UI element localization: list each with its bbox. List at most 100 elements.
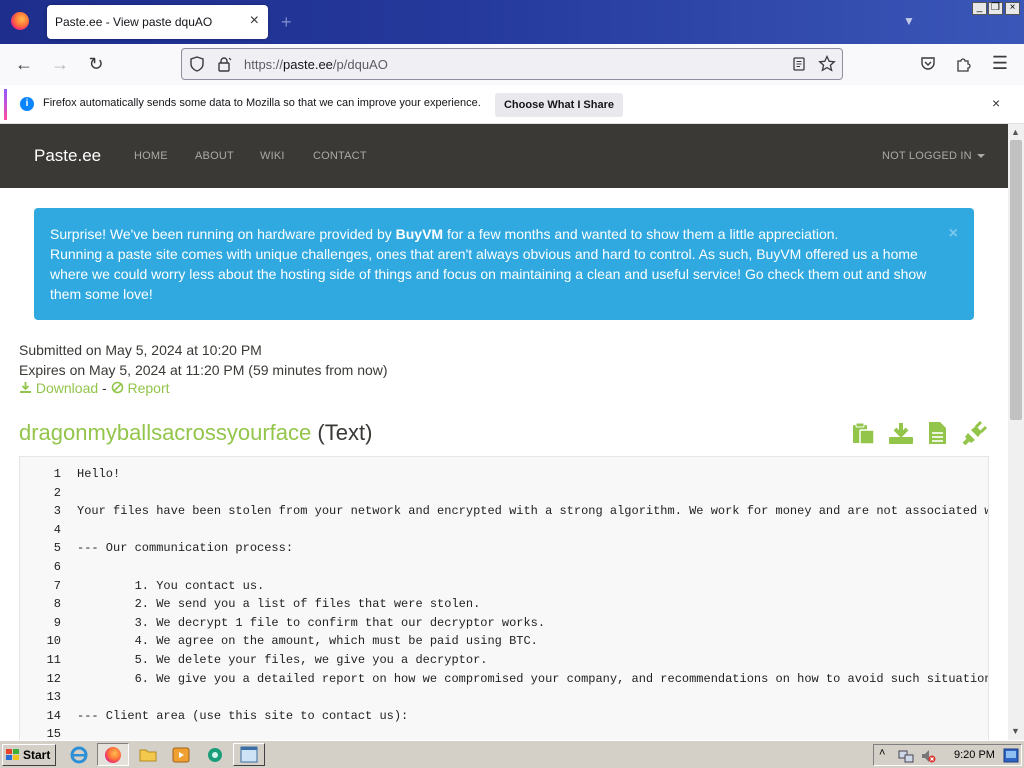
- line-number: 12: [46, 671, 61, 686]
- scroll-up-icon[interactable]: ▲: [1011, 127, 1020, 137]
- line-number: 8: [53, 597, 61, 612]
- line-text: --- Client area (use this site to contac…: [77, 708, 409, 723]
- nav-contact[interactable]: CONTACT: [313, 150, 367, 162]
- nav-wiki[interactable]: WIKI: [260, 150, 285, 162]
- navigation-toolbar: ← → ↻ https://paste.ee/p/dquAO ☰: [0, 44, 1024, 85]
- copy-icon[interactable]: [851, 421, 877, 445]
- lock-icon[interactable]: [216, 56, 232, 72]
- volume-muted-icon[interactable]: [920, 748, 936, 764]
- line-text: --- Our communication process:: [77, 541, 294, 556]
- url-bar[interactable]: https://paste.ee/p/dquAO: [181, 48, 843, 80]
- tab-list-chevron-icon[interactable]: ▼: [903, 14, 915, 28]
- account-dropdown[interactable]: NOT LOGGED IN: [882, 150, 985, 162]
- tray-expand-icon[interactable]: ˄: [879, 747, 885, 759]
- site-navbar: Paste.ee HOME ABOUT WIKI CONTACT NOT LOG…: [0, 124, 1008, 188]
- start-button[interactable]: Start: [2, 744, 56, 766]
- shield-icon[interactable]: [189, 56, 205, 72]
- bookmark-star-icon[interactable]: [818, 55, 836, 73]
- paste-code-box[interactable]: 1 Hello! 2 3 Your files have been stolen fro…: [19, 456, 989, 740]
- windows-taskbar: Start ˄ 9:20 PM: [0, 740, 1024, 768]
- line-text: 3. We decrypt 1 file to confirm that our…: [77, 615, 546, 630]
- folder-icon[interactable]: [138, 745, 158, 765]
- start-label: Start: [23, 748, 51, 762]
- network-connection-icon[interactable]: [898, 748, 914, 764]
- firefox-taskbar-icon: [105, 747, 121, 763]
- firefox-logo-icon[interactable]: [11, 12, 29, 30]
- tab-title: Paste.ee - View paste dquAO: [55, 15, 213, 29]
- taskbar-clock[interactable]: 9:20 PM: [954, 749, 995, 761]
- media-player-icon[interactable]: [171, 745, 191, 765]
- extensions-icon[interactable]: [955, 55, 973, 73]
- line-number: 5: [53, 541, 61, 556]
- line-text: Your files have been stolen from your ne…: [77, 504, 989, 519]
- paste-actions: Download - Report: [19, 380, 170, 396]
- nav-home[interactable]: HOME: [134, 150, 168, 162]
- report-link[interactable]: Report: [128, 380, 170, 396]
- network-globe-icon[interactable]: [205, 745, 225, 765]
- announcement-alert: × Surprise! We've been running on hardwa…: [34, 208, 974, 320]
- line-text: Hello!: [77, 467, 121, 481]
- scrollbar-thumb[interactable]: [1010, 140, 1022, 420]
- action-separator: -: [102, 380, 107, 396]
- restore-window-icon[interactable]: ❐: [988, 2, 1003, 15]
- line-number: 7: [53, 578, 61, 593]
- nav-about[interactable]: ABOUT: [195, 150, 234, 162]
- line-text: 1. You contact us.: [77, 578, 265, 593]
- download-link[interactable]: Download: [36, 380, 98, 396]
- buyvm-link[interactable]: BuyVM: [396, 226, 443, 242]
- page-scrollbar[interactable]: ▲ ▼: [1008, 124, 1024, 740]
- ban-icon[interactable]: [111, 381, 124, 394]
- line-text: 6. We give you a detailed report on how …: [77, 671, 989, 686]
- submitted-date: Submitted on May 5, 2024 at 10:20 PM: [19, 342, 262, 358]
- close-window-icon[interactable]: ×: [1005, 2, 1020, 15]
- windows-flag-icon: [6, 749, 19, 760]
- paste-title: dragonmyballsacrossyourface (Text): [19, 420, 372, 446]
- internet-explorer-icon[interactable]: [69, 745, 89, 765]
- system-tray: ˄ 9:20 PM: [873, 744, 1022, 766]
- show-desktop-icon[interactable]: [1003, 748, 1019, 763]
- browser-titlebar: Paste.ee - View paste dquAO × + ▼ _ ❐ ×: [0, 0, 1024, 44]
- notification-text: Firefox automatically sends some data to…: [43, 97, 481, 109]
- line-number: 9: [53, 615, 61, 630]
- site-brand[interactable]: Paste.ee: [34, 146, 101, 166]
- back-icon[interactable]: ←: [13, 54, 35, 76]
- alert-line-1: Surprise! We've been running on hardware…: [50, 226, 839, 242]
- alert-close-icon[interactable]: ×: [949, 224, 958, 244]
- forward-icon[interactable]: →: [49, 54, 71, 76]
- line-number: 10: [46, 634, 61, 649]
- line-number: 6: [53, 560, 61, 574]
- line-number: 14: [46, 708, 61, 723]
- url-text[interactable]: https://paste.ee/p/dquAO: [244, 57, 388, 72]
- line-number: 1: [53, 467, 61, 481]
- paste-name: dragonmyballsacrossyourface: [19, 420, 312, 445]
- menu-icon[interactable]: ☰: [989, 53, 1011, 75]
- window-icon: [240, 746, 258, 763]
- taskbar-firefox-button[interactable]: [97, 743, 129, 766]
- new-tab-icon[interactable]: +: [281, 13, 292, 31]
- minimize-window-icon[interactable]: _: [972, 2, 987, 15]
- alert-body: Running a paste site comes with unique c…: [50, 246, 927, 302]
- tab-close-icon[interactable]: ×: [250, 12, 259, 30]
- expiry-date: Expires on May 5, 2024 at 11:20 PM (59 m…: [19, 362, 388, 378]
- caret-down-icon: [976, 154, 985, 159]
- reader-view-icon[interactable]: [791, 56, 807, 72]
- notification-close-icon[interactable]: ×: [992, 95, 1000, 111]
- line-number: 2: [53, 485, 61, 500]
- line-number: 11: [46, 653, 61, 667]
- line-number: 15: [46, 727, 61, 740]
- page-content: Paste.ee HOME ABOUT WIKI CONTACT NOT LOG…: [0, 124, 1008, 740]
- paste-type: (Text): [317, 420, 373, 445]
- taskbar-window-button[interactable]: [233, 743, 265, 766]
- download-raw-icon[interactable]: [888, 421, 914, 445]
- scroll-down-icon[interactable]: ▼: [1011, 726, 1020, 736]
- download-icon[interactable]: [19, 381, 32, 394]
- account-label: NOT LOGGED IN: [882, 150, 972, 162]
- choose-what-i-share-button[interactable]: Choose What I Share: [495, 93, 623, 117]
- reload-icon[interactable]: ↻: [85, 54, 107, 76]
- line-text: 4. We agree on the amount, which must be…: [77, 634, 538, 649]
- embed-plug-icon[interactable]: [961, 421, 987, 445]
- raw-file-icon[interactable]: [925, 421, 951, 445]
- pocket-icon[interactable]: [919, 55, 937, 73]
- browser-tab[interactable]: Paste.ee - View paste dquAO ×: [47, 5, 268, 39]
- line-number: 3: [53, 504, 61, 519]
